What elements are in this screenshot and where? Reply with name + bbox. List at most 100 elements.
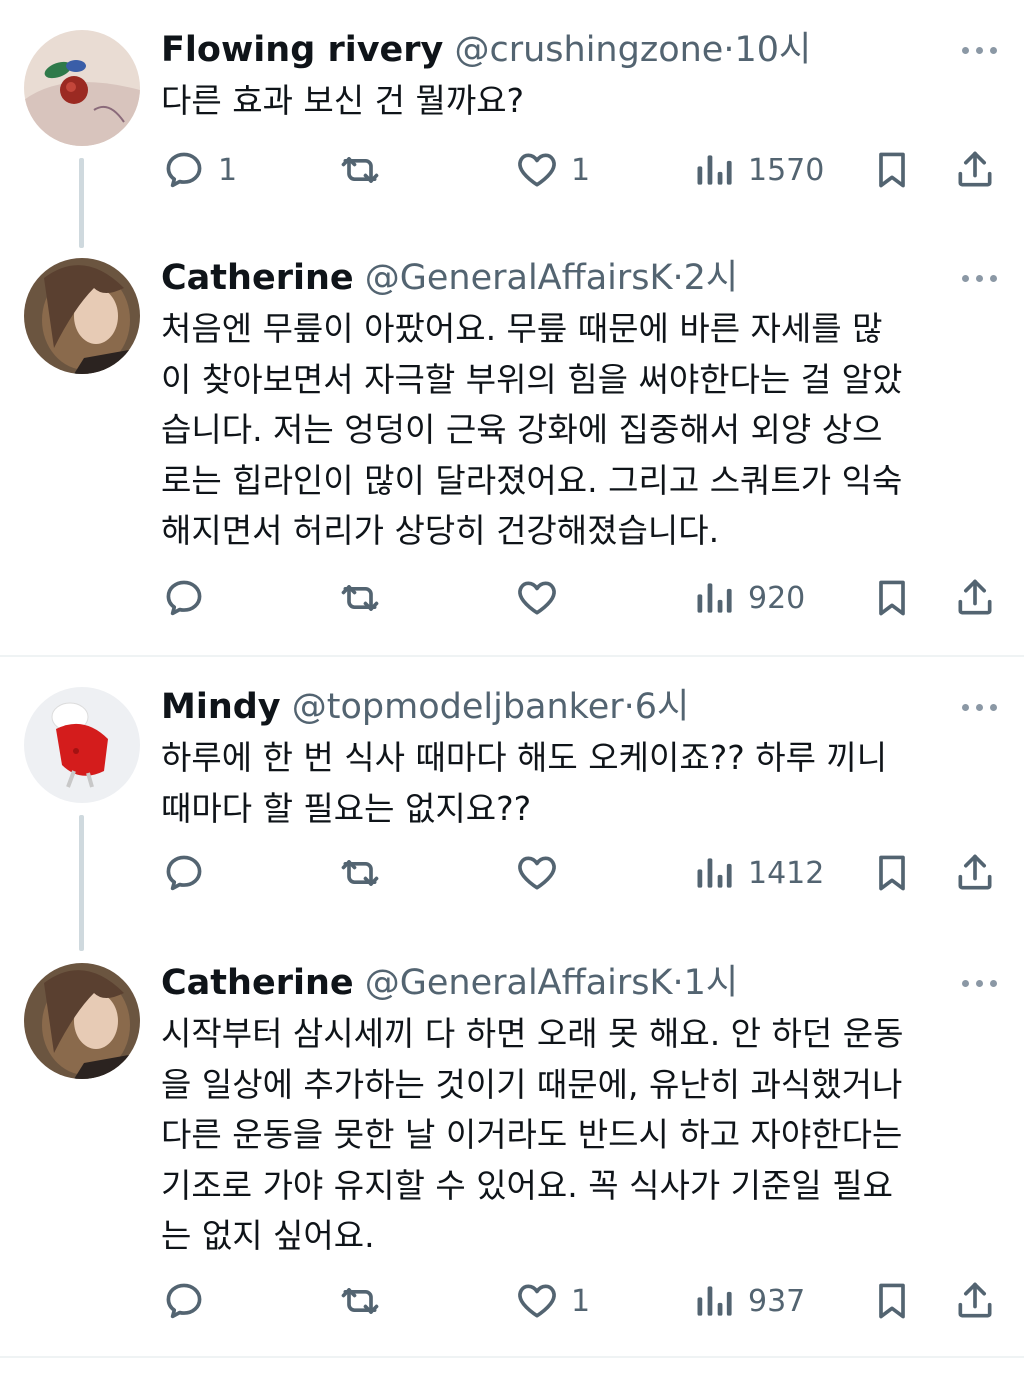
tweet-header: Mindy @topmodeljbanker·6시 <box>161 683 689 731</box>
tweet[interactable]: Catherine @GeneralAffairsK·1시 시작부터 삼시세끼 … <box>0 933 1024 1357</box>
more-icon <box>962 980 969 987</box>
bookmark-button[interactable] <box>870 140 914 200</box>
avatar[interactable] <box>24 30 140 146</box>
reply-button[interactable]: 1 <box>162 140 237 200</box>
reply-icon <box>166 580 202 616</box>
avatar[interactable] <box>24 963 140 1079</box>
retweet-button[interactable] <box>338 140 394 200</box>
tweet[interactable]: Mindy @topmodeljbanker·6시 하루에 한 번 식사 때마다… <box>0 657 1024 951</box>
views-button[interactable]: 920 <box>692 568 805 628</box>
tweet-actions: 1412 <box>0 843 1024 903</box>
views-icon <box>697 583 732 613</box>
avatar[interactable] <box>24 687 140 803</box>
avatar-photo-icon <box>24 258 140 374</box>
views-count: 937 <box>748 1283 806 1319</box>
share-button[interactable] <box>953 1271 997 1331</box>
retweet-button[interactable] <box>338 843 394 903</box>
timestamp[interactable]: 2시 <box>684 258 738 298</box>
views-icon <box>697 155 732 185</box>
display-name[interactable]: Catherine <box>161 258 354 298</box>
reply-thread: Flowing rivery @crushingzone·10시 다른 효과 보… <box>0 0 1024 1380</box>
views-button[interactable]: 1570 <box>692 140 824 200</box>
bookmark-icon <box>879 580 905 616</box>
reply-icon <box>166 1283 202 1319</box>
tweet-text: 다른 효과 보신 건 뭘까요? <box>161 81 525 120</box>
bookmark-icon <box>879 152 905 188</box>
tweet-text: 하루에 한 번 식사 때마다 해도 오케이죠?? 하루 끼니 때마다 할 필요는… <box>161 738 888 828</box>
like-button[interactable] <box>515 568 571 628</box>
heart-icon <box>518 581 556 615</box>
views-icon <box>697 1286 732 1316</box>
views-count: 1412 <box>748 855 825 891</box>
separator-dot: · <box>723 30 735 70</box>
retweet-icon <box>341 860 379 886</box>
more-options-button[interactable] <box>960 258 1000 298</box>
avatar-photo-icon <box>24 30 140 146</box>
retweet-icon <box>341 157 379 183</box>
share-button[interactable] <box>953 568 997 628</box>
more-options-button[interactable] <box>960 963 1000 1003</box>
avatar-photo-icon <box>24 963 140 1079</box>
views-icon <box>697 858 732 888</box>
share-icon <box>958 854 992 890</box>
like-button[interactable]: 1 <box>515 140 590 200</box>
bookmark-icon <box>879 855 905 891</box>
like-button[interactable] <box>515 843 571 903</box>
tweet-actions: 1 1 1570 <box>0 140 1024 200</box>
separator-dot: · <box>623 687 635 727</box>
tweet[interactable]: Flowing rivery @crushingzone·10시 다른 효과 보… <box>0 0 1024 248</box>
share-icon <box>958 1282 992 1318</box>
timestamp[interactable]: 6시 <box>635 687 689 727</box>
like-count: 1 <box>571 1283 591 1319</box>
bookmark-icon <box>879 1283 905 1319</box>
tweet-actions: 920 <box>0 568 1024 628</box>
timestamp[interactable]: 1시 <box>684 963 738 1003</box>
display-name[interactable]: Catherine <box>161 963 354 1003</box>
display-name[interactable]: Mindy <box>161 687 281 727</box>
bookmark-button[interactable] <box>870 1271 914 1331</box>
heart-icon <box>518 856 556 890</box>
more-icon <box>962 275 969 282</box>
bookmark-button[interactable] <box>870 843 914 903</box>
share-button[interactable] <box>953 140 997 200</box>
retweet-button[interactable] <box>338 568 394 628</box>
user-handle[interactable]: @GeneralAffairsK <box>365 258 673 298</box>
views-count: 1570 <box>748 152 825 188</box>
tweet-header: Catherine @GeneralAffairsK·2시 <box>161 254 738 302</box>
user-handle[interactable]: @crushingzone <box>454 30 723 70</box>
retweet-icon <box>341 585 379 611</box>
share-button[interactable] <box>953 843 997 903</box>
like-count: 1 <box>571 152 591 188</box>
tweet[interactable]: Catherine @GeneralAffairsK·2시 처음엔 무릎이 아팠… <box>0 228 1024 656</box>
like-button[interactable]: 1 <box>515 1271 590 1331</box>
heart-icon <box>518 153 556 187</box>
divider <box>0 1356 1024 1358</box>
user-handle[interactable]: @topmodeljbanker <box>292 687 624 727</box>
separator-dot: · <box>672 963 684 1003</box>
share-icon <box>958 151 992 187</box>
more-icon <box>962 704 969 711</box>
retweet-button[interactable] <box>338 1271 394 1331</box>
avatar[interactable] <box>24 258 140 374</box>
retweet-icon <box>341 1288 379 1314</box>
avatar-photo-icon <box>24 687 140 803</box>
separator-dot: · <box>672 258 684 298</box>
reply-button[interactable] <box>162 843 218 903</box>
reply-button[interactable] <box>162 568 218 628</box>
display-name[interactable]: Flowing rivery <box>161 30 443 70</box>
user-handle[interactable]: @GeneralAffairsK <box>365 963 673 1003</box>
more-options-button[interactable] <box>960 687 1000 727</box>
reply-icon <box>166 152 202 188</box>
timestamp[interactable]: 10시 <box>734 30 811 70</box>
share-icon <box>958 579 992 615</box>
tweet-text: 시작부터 삼시세끼 다 하면 오래 못 해요. 안 하던 운동 을 일상에 추가… <box>161 1014 904 1255</box>
more-icon <box>962 47 969 54</box>
views-button[interactable]: 937 <box>692 1271 805 1331</box>
views-button[interactable]: 1412 <box>692 843 824 903</box>
views-count: 920 <box>748 580 806 616</box>
reply-button[interactable] <box>162 1271 218 1331</box>
more-options-button[interactable] <box>960 30 1000 70</box>
reply-icon <box>166 855 202 891</box>
bookmark-button[interactable] <box>870 568 914 628</box>
tweet-header: Flowing rivery @crushingzone·10시 <box>161 26 811 74</box>
